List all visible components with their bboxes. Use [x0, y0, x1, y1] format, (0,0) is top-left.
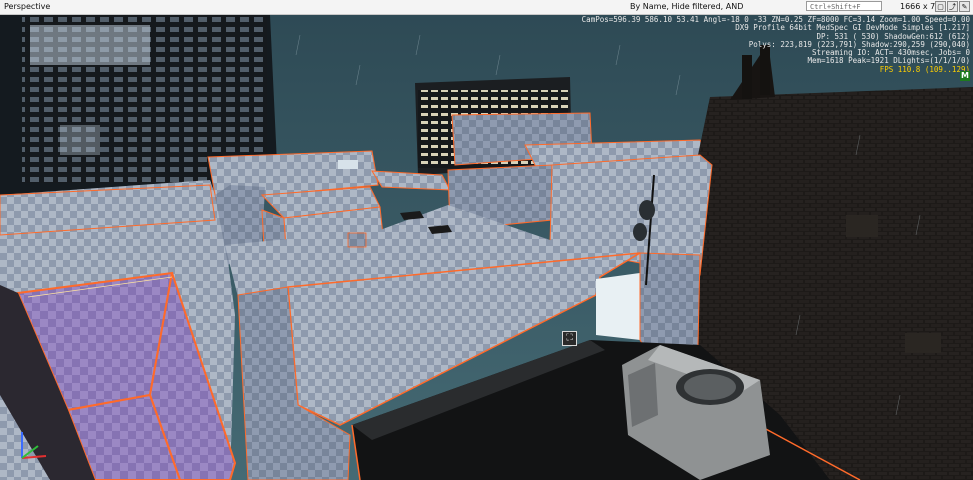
wrench-icon[interactable]: ✎ — [959, 1, 970, 12]
mode-badge: M — [960, 71, 970, 81]
options-icon[interactable]: ▢ — [935, 1, 946, 12]
filter-mode-label[interactable]: By Name, Hide filtered, AND — [630, 2, 743, 11]
viewport-toolbar: Perspective By Name, Hide filtered, AND … — [0, 0, 973, 15]
pdf-icon[interactable]: ⤴ — [947, 1, 958, 12]
axis-gizmo-icon — [21, 432, 47, 459]
debug-stats-overlay: CamPos=596.39 586.10 53.41 Angl=-18 0 -3… — [582, 15, 970, 74]
rooftop-scene — [0, 15, 973, 480]
hud-fps: FPS 110.8 (109..129) — [879, 64, 970, 74]
3d-viewport[interactable]: CamPos=596.39 586.10 53.41 Angl=-18 0 -3… — [0, 15, 973, 480]
search-input[interactable]: Ctrl+Shift+F — [806, 1, 882, 11]
viewport-title: Perspective — [4, 2, 51, 11]
entity-actor-icon[interactable]: ⛶ — [562, 331, 577, 346]
